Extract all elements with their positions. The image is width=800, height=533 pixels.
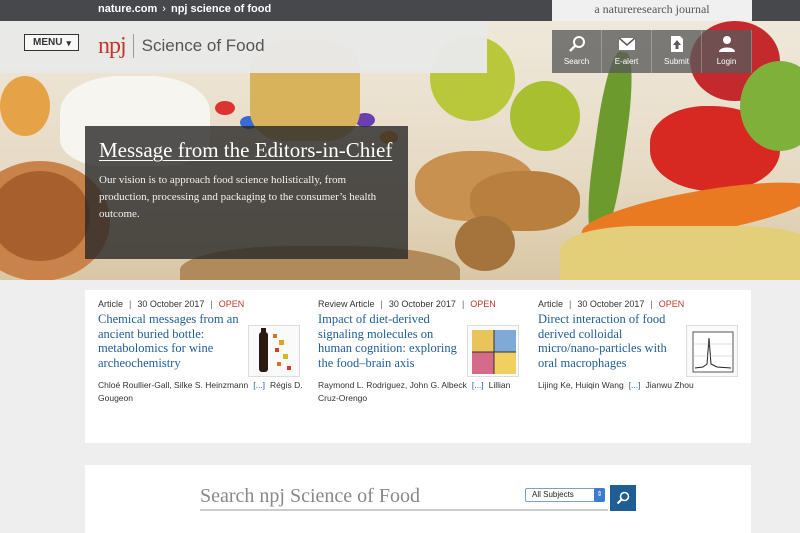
logo-npj: npj [98, 32, 127, 59]
article-thumbnail[interactable] [686, 325, 738, 377]
article-authors: Raymond L. Rodriguez, John G. Albeck [...… [318, 380, 511, 403]
article-card: Article | 30 October 2017 | OPEN Direct inte… [538, 299, 748, 392]
ealert-action-label: E-alert [614, 57, 639, 66]
select-arrows-icon: ⇕ [594, 488, 605, 502]
article-title-link[interactable]: Chemical messages from an ancient buried… [98, 312, 243, 370]
subject-select[interactable]: All Subjects ⇕ [525, 488, 605, 502]
more-authors-link[interactable]: [...] [472, 380, 484, 390]
logo-divider [132, 34, 134, 58]
couscous-shape [560, 226, 800, 280]
feature-text: Our vision is to approach food science h… [99, 174, 377, 220]
menu-label: MENU [33, 37, 63, 48]
subject-select-value: All Subjects [532, 490, 574, 499]
breadcrumb: nature.com › npj science of food [98, 3, 275, 15]
article-date: 30 October 2017 [137, 299, 205, 309]
apple-shape [510, 81, 580, 151]
article-thumbnail[interactable] [248, 325, 300, 377]
article-title-link[interactable]: Direct interaction of food derived collo… [538, 312, 683, 370]
article-type: Article [538, 299, 564, 309]
search-panel: All Subjects ⇕ [85, 465, 751, 533]
feature-title-link[interactable]: Message from the Editors-in-Chief [99, 138, 394, 162]
article-type: Review Article [318, 299, 375, 309]
article-date: 30 October 2017 [577, 299, 645, 309]
header-actions: Search E-alert Submit Login [552, 30, 752, 73]
article-meta: Review Article | 30 October 2017 | OPEN [318, 299, 496, 309]
user-icon [718, 36, 735, 52]
article-authors: Chloé Roullier-Gall, Silke S. Heinzmann[… [98, 380, 303, 403]
envelope-icon [618, 37, 635, 50]
nut-shape [455, 216, 515, 271]
open-access-badge: OPEN [470, 299, 496, 309]
article-authors: Lijing Ke, Huiqin Wang [...] Jianwu Zhou [538, 380, 694, 390]
search-icon [616, 491, 630, 505]
article-date: 30 October 2017 [388, 299, 456, 309]
article-card: Article | 30 October 2017 | OPEN Chemical me… [98, 299, 308, 404]
article-meta: Article | 30 October 2017 | OPEN [98, 299, 245, 309]
article-meta: Article | 30 October 2017 | OPEN [538, 299, 685, 309]
article-card: Review Article | 30 October 2017 | OPEN Impa… [318, 299, 528, 404]
journal-tag[interactable]: a natureresearch journal [552, 0, 752, 21]
search-button[interactable] [610, 485, 636, 511]
more-authors-link[interactable]: [...] [253, 380, 265, 390]
open-access-badge: OPEN [218, 299, 245, 309]
search-action-label: Search [563, 57, 590, 66]
breadcrumb-site-link[interactable]: nature.com [98, 3, 157, 15]
article-type: Article [98, 299, 124, 309]
submit-action-button[interactable]: Submit [652, 30, 702, 73]
feature-box: Message from the Editors-in-Chief Our vi… [85, 126, 408, 259]
open-access-badge: OPEN [658, 299, 685, 309]
search-icon [568, 36, 585, 52]
login-action-button[interactable]: Login [702, 30, 752, 73]
chevron-down-icon: ▾ [66, 38, 71, 48]
search-action-button[interactable]: Search [552, 30, 602, 73]
submit-action-label: Submit [664, 57, 689, 66]
menu-button[interactable]: MENU ▾ [24, 34, 79, 51]
journal-logo[interactable]: npj Science of Food [98, 33, 265, 59]
logo-title: Science of Food [141, 36, 265, 55]
upload-icon [670, 36, 683, 52]
more-authors-link[interactable]: [...] [629, 380, 641, 390]
candy-shape [215, 101, 235, 115]
ealert-action-button[interactable]: E-alert [602, 30, 652, 73]
fruit-shape [0, 76, 50, 136]
latest-articles: Article | 30 October 2017 | OPEN Chemical me… [85, 290, 751, 443]
chevron-right-icon: › [162, 3, 166, 15]
article-thumbnail[interactable] [467, 325, 519, 377]
breadcrumb-section-link[interactable]: npj science of food [171, 3, 271, 15]
article-title-link[interactable]: Impact of diet-derived signaling molecul… [318, 312, 463, 370]
login-action-label: Login [716, 57, 737, 66]
